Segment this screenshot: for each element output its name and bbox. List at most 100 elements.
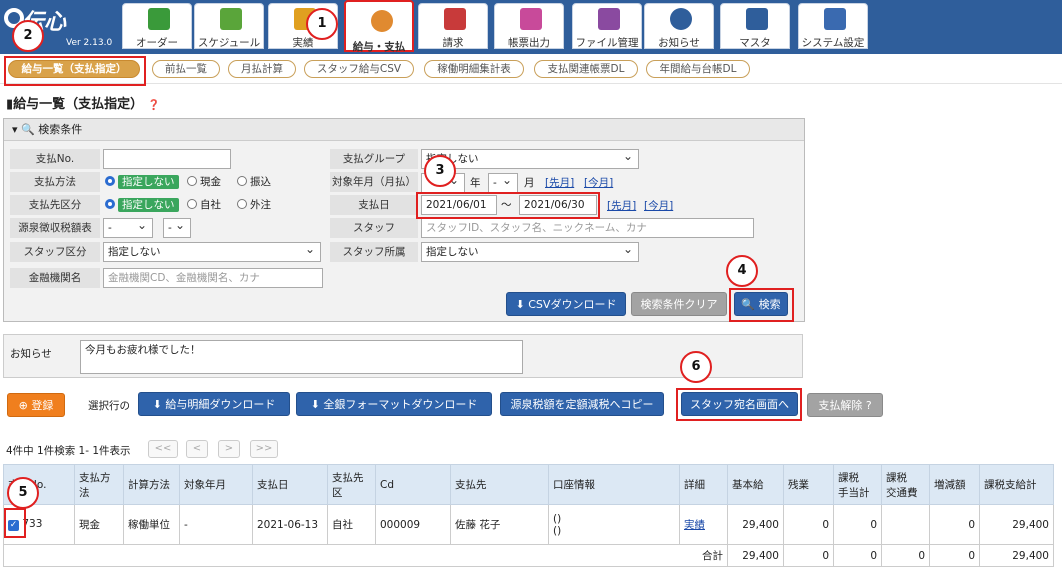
tax-select-1[interactable]: - <box>103 216 153 238</box>
total-overtime: 0 <box>783 544 834 567</box>
paydate-label: 支払日 <box>330 195 418 215</box>
stack-icon <box>520 8 542 30</box>
col-header[interactable]: 課税支給計 <box>979 464 1054 505</box>
step-marker: 4 <box>726 255 758 287</box>
cell-method: 現金 <box>74 504 124 545</box>
bank-input[interactable]: 金融機関CD、金融機関名、カナ <box>103 268 323 288</box>
pay-slip-download-button[interactable]: ⬇ 給与明細ダウンロード <box>138 392 290 416</box>
register-button[interactable]: ⊕ 登録 <box>7 393 65 417</box>
menu-item-8[interactable]: マスタ <box>720 3 790 49</box>
col-header[interactable]: 詳細 <box>679 464 728 505</box>
page-title: ▮給与一覧（支払指定） ❓ <box>6 97 161 112</box>
payno-input[interactable] <box>103 149 231 169</box>
notice-textarea[interactable]: 今月もお疲れ様でした！ <box>80 340 523 374</box>
cell-dest: 自社 <box>327 504 376 545</box>
detail-link[interactable]: 実績 <box>684 519 705 531</box>
next-page-button[interactable]: > <box>218 440 240 458</box>
menu-item-7[interactable]: お知らせ <box>644 3 714 49</box>
zengin-download-button[interactable]: ⬇ 全銀フォーマットダウンロード <box>296 392 492 416</box>
last-page-button[interactable]: >> <box>250 440 278 458</box>
dest-radio-outsource[interactable]: 外注 <box>237 196 271 214</box>
col-header[interactable]: 支払方法 <box>74 464 124 505</box>
menu-item-4[interactable]: 請求 <box>418 3 488 49</box>
csv-download-button[interactable]: ⬇ CSVダウンロード <box>506 292 626 316</box>
search-header[interactable]: ▾ 🔍 検索条件 <box>4 119 804 141</box>
cell-transport <box>881 504 930 545</box>
dest-radio-own[interactable]: 自社 <box>187 196 221 214</box>
highlight-checkbox <box>4 508 26 538</box>
menu-item-9[interactable]: システム設定 <box>798 3 868 49</box>
paydate-prev-month-link[interactable]: [先月] <box>607 197 636 215</box>
col-header[interactable]: 基本給 <box>727 464 784 505</box>
cell-detail: 実績 <box>679 504 728 545</box>
subtab-1[interactable]: 前払一覧 <box>152 60 220 78</box>
highlight-staff-address <box>676 388 802 421</box>
tax-copy-button[interactable]: 源泉税額を定額減税へコピー <box>500 392 664 416</box>
cell-ym: - <box>179 504 253 545</box>
cell-calc: 稼働単位 <box>123 504 180 545</box>
staff-label: スタッフ <box>330 218 418 238</box>
total-adjust: 0 <box>929 544 980 567</box>
ym-prev-month-link[interactable]: [先月] <box>545 174 574 192</box>
col-header[interactable]: 増減額 <box>929 464 980 505</box>
ym-month-select[interactable]: - <box>488 171 518 193</box>
staffkbn-select[interactable]: 指定しない <box>103 240 321 262</box>
col-header[interactable]: 計算方法 <box>123 464 180 505</box>
folder-icon <box>598 8 620 30</box>
ym-month-unit: 月 <box>524 177 535 189</box>
paging-summary: 4件中 1件検索 1- 1件表示 <box>6 445 131 457</box>
menu-item-1[interactable]: スケジュール <box>194 3 264 49</box>
method-radio-none[interactable]: 指定しない <box>105 173 179 191</box>
col-header[interactable]: 支払先 <box>450 464 549 505</box>
subtab-3[interactable]: スタッフ給与CSV <box>304 60 414 78</box>
payroll-person-icon <box>371 10 393 32</box>
col-header[interactable]: 支払先区 <box>327 464 376 505</box>
menu-item-3[interactable]: 給与・支払 <box>344 0 414 53</box>
cell-base: 29,400 <box>727 504 784 545</box>
table-row[interactable]: ✓ 733 現金 稼働単位 - 2021-06-13 自社 000009 佐藤 … <box>3 504 1054 545</box>
staff-search-input[interactable]: スタッフID、スタッフ名、ニックネーム、カナ <box>421 218 754 238</box>
handshake-icon <box>148 8 170 30</box>
tax-label: 源泉徴収税額表 <box>10 218 100 238</box>
search-icon: 🔍 <box>21 123 35 136</box>
col-header[interactable]: 課税 手当計 <box>833 464 882 505</box>
col-header[interactable]: 支払日 <box>252 464 328 505</box>
dest-label: 支払先区分 <box>10 195 100 215</box>
col-header[interactable]: 口座情報 <box>548 464 680 505</box>
col-header[interactable]: Cd <box>375 464 451 505</box>
paydate-this-month-link[interactable]: [今月] <box>644 197 673 215</box>
prev-page-button[interactable]: < <box>186 440 208 458</box>
clear-conditions-button[interactable]: 検索条件クリア <box>631 292 727 316</box>
dest-radio-none[interactable]: 指定しない <box>105 196 179 214</box>
calendar-icon <box>220 8 242 30</box>
col-header[interactable]: 対象年月 <box>179 464 253 505</box>
affil-label: スタッフ所属 <box>330 242 418 262</box>
menu-item-6[interactable]: ファイル管理 <box>572 3 642 49</box>
total-allowance: 0 <box>833 544 882 567</box>
menu-item-5[interactable]: 帳票出力 <box>494 3 564 49</box>
ym-year-unit: 年 <box>470 177 481 189</box>
affil-select[interactable]: 指定しない <box>421 240 639 262</box>
help-icon[interactable]: ❓ <box>148 100 160 111</box>
menu-item-0[interactable]: オーダー <box>122 3 192 49</box>
subtab-5[interactable]: 支払関連帳票DL <box>534 60 638 78</box>
tax-select-2[interactable]: - <box>163 216 191 238</box>
method-radio-transfer[interactable]: 振込 <box>237 173 271 191</box>
total-row: 合計 29,400 0 0 0 0 29,400 <box>3 544 1054 567</box>
col-header[interactable]: 課税 交通費 <box>881 464 930 505</box>
version-label: Ver 2.13.0 <box>66 38 113 48</box>
plus-circle-icon: ⊕ <box>18 399 28 412</box>
menu-item-label: 給与・支払 <box>352 41 406 53</box>
notice-label: お知らせ <box>10 348 52 360</box>
payment-cancel-button[interactable]: 支払解除 ? <box>807 393 883 417</box>
ym-this-month-link[interactable]: [今月] <box>584 174 613 192</box>
subtab-6[interactable]: 年間給与台帳DL <box>646 60 750 78</box>
highlight-paydate <box>416 192 600 219</box>
subtab-4[interactable]: 稼働明細集計表 <box>424 60 524 78</box>
first-page-button[interactable]: << <box>148 440 178 458</box>
step-marker: 6 <box>680 351 712 383</box>
method-radio-cash[interactable]: 現金 <box>187 173 221 191</box>
cell-cd: 000009 <box>375 504 451 545</box>
col-header[interactable]: 残業 <box>783 464 834 505</box>
subtab-2[interactable]: 月払計算 <box>228 60 296 78</box>
